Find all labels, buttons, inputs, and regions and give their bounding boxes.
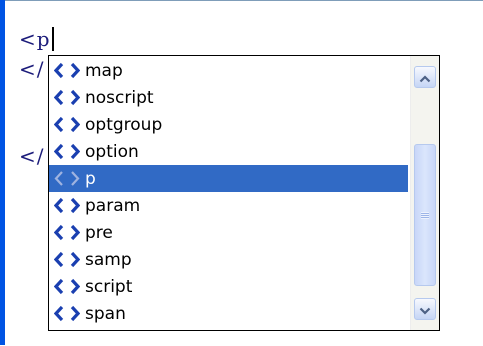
autocomplete-item-label: param <box>85 195 141 216</box>
autocomplete-list: map noscript optgroup option p param pre… <box>49 56 410 330</box>
tag-icon <box>49 246 85 273</box>
autocomplete-item-span[interactable]: span <box>49 300 408 327</box>
chevron-up-icon <box>419 68 431 87</box>
autocomplete-item-script[interactable]: script <box>49 273 408 300</box>
chevron-down-icon <box>419 300 431 319</box>
tag-icon <box>49 84 85 111</box>
autocomplete-item-label: span <box>85 303 126 324</box>
grip-icon <box>421 211 429 219</box>
scroll-up-button[interactable] <box>414 66 436 88</box>
autocomplete-item-p[interactable]: p <box>49 165 408 192</box>
autocomplete-item-option[interactable]: option <box>49 138 408 165</box>
autocomplete-item-label: noscript <box>85 87 154 108</box>
vertical-scrollbar[interactable] <box>410 56 439 330</box>
tag-icon <box>49 111 85 138</box>
tag-icon <box>49 57 85 84</box>
autocomplete-item-label: optgroup <box>85 114 163 135</box>
scroll-down-button[interactable] <box>414 298 436 320</box>
autocomplete-item-optgroup[interactable]: optgroup <box>49 111 408 138</box>
tag-icon <box>49 300 85 327</box>
code-line[interactable]: </ <box>19 57 45 81</box>
tag-icon <box>49 165 85 192</box>
code-line[interactable]: <p <box>19 27 54 51</box>
autocomplete-item-noscript[interactable]: noscript <box>49 84 408 111</box>
code-line-text: </ <box>19 144 45 168</box>
autocomplete-item-pre[interactable]: pre <box>49 219 408 246</box>
code-line-text: <p <box>19 27 51 51</box>
autocomplete-item-param[interactable]: param <box>49 192 408 219</box>
autocomplete-item-label: samp <box>85 249 132 270</box>
text-caret <box>51 27 54 51</box>
tag-icon <box>49 138 85 165</box>
autocomplete-item-map[interactable]: map <box>49 57 408 84</box>
autocomplete-item-label: pre <box>85 222 113 243</box>
scroll-thumb[interactable] <box>414 144 436 286</box>
tag-icon <box>49 273 85 300</box>
autocomplete-item-label: option <box>85 141 139 162</box>
code-line[interactable]: </ <box>19 144 45 168</box>
tag-icon <box>49 219 85 246</box>
autocomplete-item-label: p <box>85 168 96 189</box>
autocomplete-item-samp[interactable]: samp <box>49 246 408 273</box>
tag-icon <box>49 192 85 219</box>
autocomplete-popup: map noscript optgroup option p param pre… <box>48 55 440 331</box>
autocomplete-item-label: script <box>85 276 133 297</box>
autocomplete-item-label: map <box>85 60 123 81</box>
code-line-text: </ <box>19 57 45 81</box>
